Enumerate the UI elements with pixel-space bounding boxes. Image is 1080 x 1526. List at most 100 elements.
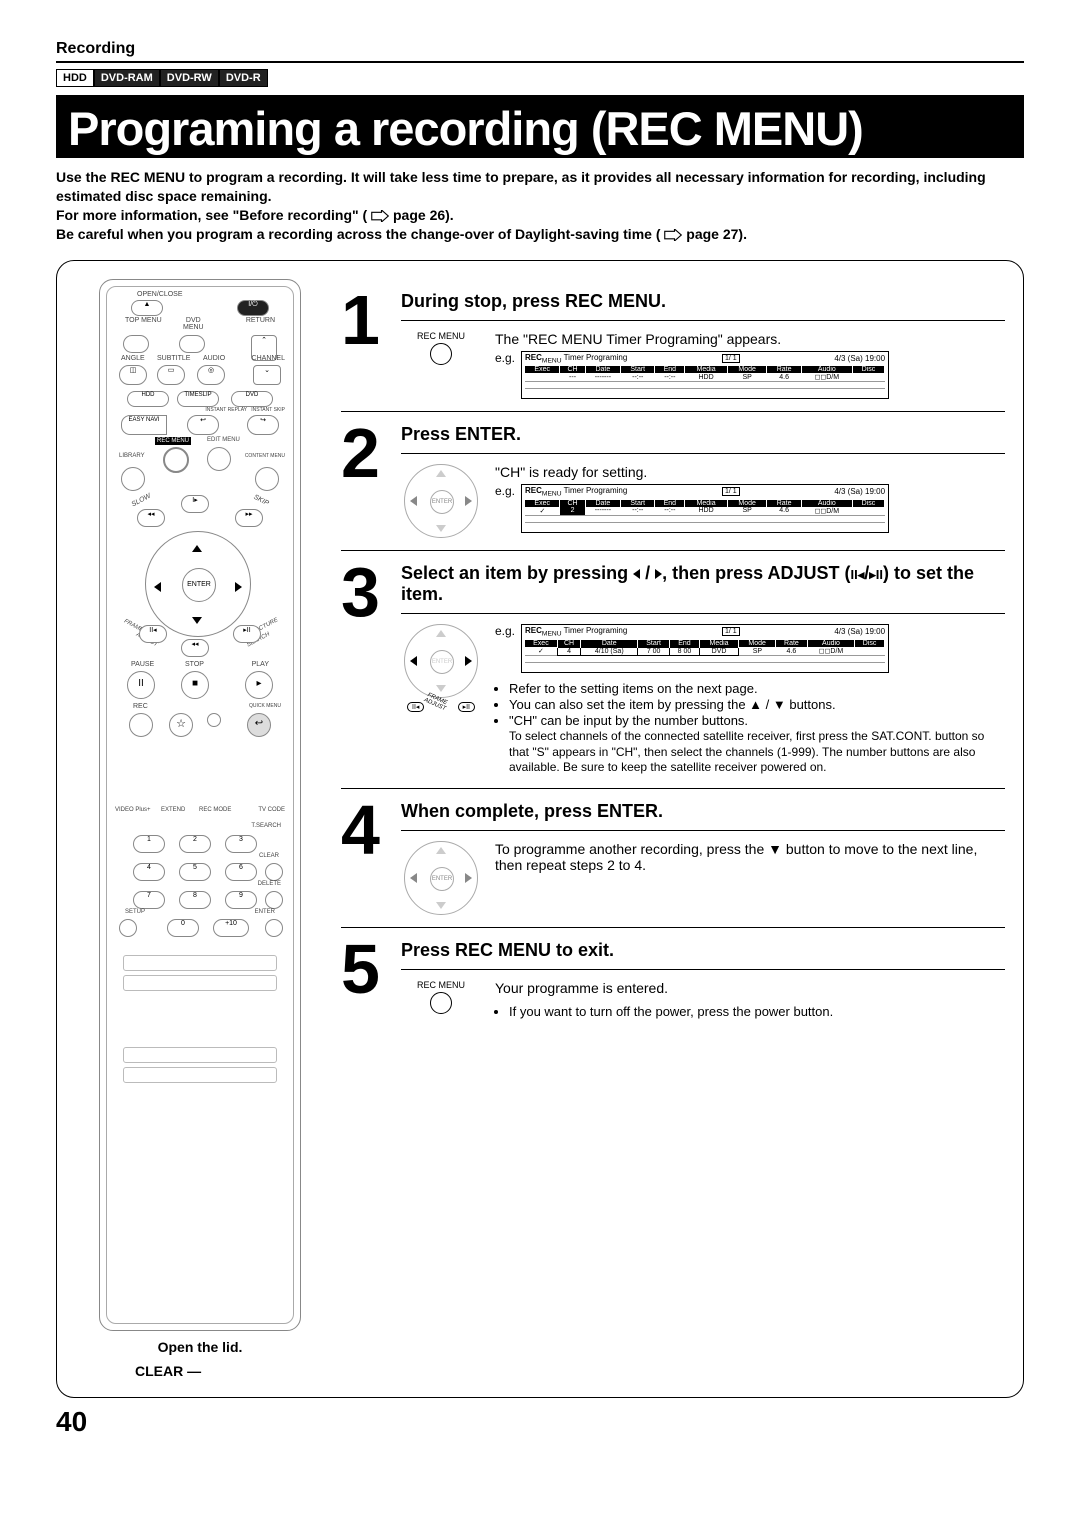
remote-num-7: 7	[133, 891, 165, 909]
remote-label: REC MODE	[199, 807, 231, 813]
remote-label: AUDIO	[203, 355, 225, 362]
step-bullets: If you want to turn off the power, press…	[495, 1004, 1005, 1019]
remote-label: PAUSE	[131, 661, 154, 668]
remote-btn: ▸II	[233, 625, 261, 643]
remote-label: ENTER	[255, 909, 275, 915]
remote-label: STOP	[185, 661, 204, 668]
remote-label: EXTEND	[161, 807, 185, 813]
remote-btn: I▸	[181, 495, 209, 513]
remote-label: DVDMENU	[183, 317, 204, 331]
page-ref-arrow-icon	[371, 210, 389, 222]
remote-label: RETURN	[246, 317, 275, 324]
badge-dvd-ram: DVD-RAM	[94, 69, 160, 87]
remote-btn: II◂	[139, 625, 167, 643]
remote-panel	[123, 1067, 277, 1083]
step-title: Select an item by pressing / , then pres…	[401, 563, 1005, 605]
badge-hdd: HDD	[56, 69, 94, 87]
remote-num-9: 9	[225, 891, 257, 909]
badge-dvd-rw: DVD-RW	[160, 69, 219, 87]
remote-label: DELETE	[258, 881, 281, 887]
step-number: 3	[341, 563, 387, 776]
remote-num-0: 0	[167, 919, 199, 937]
remote-label: TOP MENU	[125, 317, 162, 324]
remote-label: VIDEO Plus+	[115, 807, 151, 813]
eg-label: e.g.	[495, 351, 515, 365]
remote-timeslip-button: TIMESLIP	[177, 391, 219, 407]
adjust-prev-pill: II◂	[407, 702, 424, 712]
step-bullets: Refer to the setting items on the next p…	[495, 681, 1005, 728]
adjust-prev-icon: II◂	[850, 567, 864, 582]
remote-star-button: ☆	[169, 713, 193, 737]
step-desc: "CH" is ready for setting.	[495, 464, 1005, 480]
remote-column: OPEN/CLOSE ▲ I/⏻ TOP MENU DVDMENU RETURN…	[75, 279, 325, 1379]
remote-label: T.SEARCH	[251, 823, 281, 829]
remote-num-3: 3	[225, 835, 257, 853]
remote-btn	[255, 467, 279, 491]
remote-open-close-button: ▲	[131, 300, 163, 316]
rec-menu-button-icon: REC MENU	[401, 331, 481, 367]
remote-stop-button: ■	[181, 671, 209, 699]
page-title-bar: Programing a recording (REC MENU)	[56, 95, 1024, 158]
eg-label: e.g.	[495, 484, 515, 498]
steps-column: 1 During stop, press REC MENU. REC MENU …	[341, 279, 1005, 1379]
intro-line2a: For more information, see "Before record…	[56, 207, 367, 223]
step-desc: To programme another recording, press th…	[495, 841, 1005, 873]
icon-label: REC MENU	[401, 980, 481, 990]
step-number: 5	[341, 940, 387, 1020]
remote-pause-button: II	[127, 671, 155, 699]
remote-btn: ▭	[157, 365, 185, 385]
step-desc: The "REC MENU Timer Programing" appears.	[495, 331, 1005, 347]
intro-text: Use the REC MENU to program a recording.…	[56, 168, 1024, 244]
remote-panel	[123, 955, 277, 971]
remote-panel	[123, 1047, 277, 1063]
remote-clear-button	[265, 863, 283, 881]
remote-num-5: 5	[179, 863, 211, 881]
remote-btn: ▸▸	[235, 509, 263, 527]
remote-label: CONTENT MENU	[245, 453, 285, 459]
remote-label: INSTANT SKIP	[251, 407, 285, 413]
step-number: 4	[341, 801, 387, 915]
step-number: 1	[341, 291, 387, 400]
media-badges: HDD DVD-RAM DVD-RW DVD-R	[56, 69, 1024, 87]
open-lid-label: Open the lid.	[158, 1339, 243, 1355]
section-header: Recording	[56, 40, 1024, 63]
triangle-down-icon	[192, 612, 202, 628]
intro-line2b: page 26).	[393, 207, 454, 223]
nav-pad-icon: ENTER	[401, 841, 481, 915]
step-4: 4 When complete, press ENTER. ENTER	[341, 789, 1005, 928]
remote-btn: ◂◂	[181, 639, 209, 657]
remote-nav-ring: ENTER	[145, 531, 251, 637]
remote-enter2-button	[265, 919, 283, 937]
remote-btn: ↪	[247, 415, 279, 435]
remote-btn: ◎	[197, 365, 225, 385]
remote-delete-button	[265, 891, 283, 909]
remote-label: CLEAR	[259, 853, 279, 859]
remote-rec-button	[129, 713, 153, 737]
remote-num-6: 6	[225, 863, 257, 881]
step-subnote: To select channels of the connected sate…	[509, 729, 1005, 776]
remote-label: QUICK MENU	[249, 703, 281, 709]
remote-easy-navi-button: EASY NAVI	[121, 415, 167, 435]
bullet: If you want to turn off the power, press…	[509, 1004, 1005, 1019]
remote-led-icon	[207, 713, 221, 727]
page-title: Programing a recording (REC MENU)	[68, 101, 1012, 156]
nav-pad-icon: ENTER	[401, 464, 481, 538]
step-number: 2	[341, 424, 387, 538]
remote-rec-menu-button	[163, 447, 189, 473]
remote-power-button: I/⏻	[237, 300, 269, 316]
timer-programing-ui: RECMENU Timer Programing 1/ 1 4/3 (Sa) 1…	[521, 351, 889, 400]
remote-label: CHANNEL	[252, 355, 285, 362]
remote-num-8: 8	[179, 891, 211, 909]
remote-label: PLAY	[252, 661, 269, 668]
triangle-left-icon	[154, 578, 161, 594]
remote-btn: ↩	[187, 415, 219, 435]
remote-label: LIBRARY	[119, 453, 145, 459]
remote-btn	[123, 335, 149, 353]
main-frame: OPEN/CLOSE ▲ I/⏻ TOP MENU DVDMENU RETURN…	[56, 260, 1024, 1398]
remote-enter-button: ENTER	[182, 568, 216, 602]
eg-label: e.g.	[495, 624, 515, 638]
triangle-up-icon	[192, 540, 202, 556]
step-title: During stop, press REC MENU.	[401, 291, 1005, 312]
remote-label: ANGLE	[121, 355, 145, 362]
remote-setup-button	[119, 919, 137, 937]
